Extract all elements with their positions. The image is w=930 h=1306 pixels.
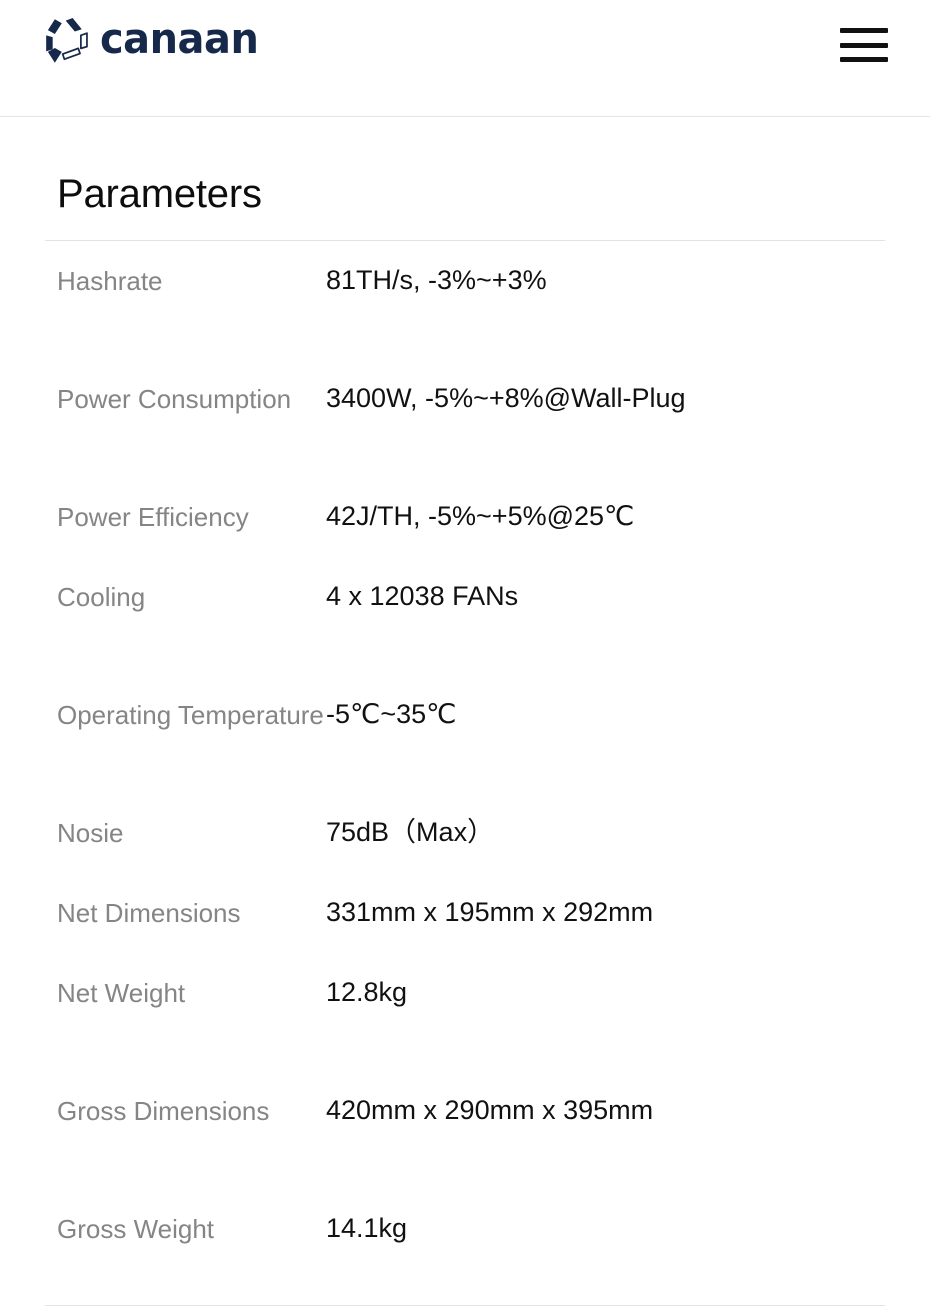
param-label: Hashrate — [57, 266, 163, 296]
table-row: Gross Dimensions 420mm x 290mm x 395mm — [45, 1033, 885, 1189]
table-row: Hashrate 81TH/s, -3%~+3% — [45, 241, 885, 321]
table-row: Net Dimensions 331mm x 195mm x 292mm — [45, 873, 885, 953]
menu-bar-2 — [840, 42, 888, 48]
param-label: Net Weight — [57, 978, 186, 1008]
table-row: Operating Temperature -5℃~35℃ — [45, 637, 885, 793]
param-value: 81TH/s, -3%~+3% — [326, 265, 547, 296]
menu-bar-1 — [840, 28, 888, 33]
table-row: Power Consumption 3400W, -5%~+8%@Wall-Pl… — [45, 321, 885, 477]
parameters-table: Hashrate 81TH/s, -3%~+3% Power Consumpti… — [45, 241, 885, 1269]
param-value: 42J/TH, -5%~+5%@25℃ — [326, 501, 635, 532]
page-title: Parameters — [57, 172, 262, 216]
main-content: Parameters Hashrate 81TH/s, -3%~+3% Powe… — [0, 117, 930, 1306]
param-value: -5℃~35℃ — [326, 699, 457, 730]
canaan-hexagon-logo-icon — [45, 18, 89, 64]
table-row: Power Efficiency 42J/TH, -5%~+5%@25℃ — [45, 477, 885, 557]
param-label: Power Consumption — [57, 384, 292, 414]
table-row: Nosie 75dB（Max） — [45, 793, 885, 873]
param-value: 75dB（Max） — [326, 817, 495, 848]
brand-wordmark: canaan — [100, 14, 259, 63]
param-value: 14.1kg — [326, 1213, 408, 1244]
param-label: Gross Dimensions — [57, 1096, 270, 1126]
param-label: Nosie — [57, 818, 124, 848]
param-label: Power Efficiency — [57, 502, 249, 532]
param-value: 420mm x 290mm x 395mm — [326, 1095, 654, 1126]
param-label: Cooling — [57, 582, 146, 612]
site-header: canaan — [0, 0, 930, 117]
table-row: Gross Weight 14.1kg — [45, 1189, 885, 1269]
param-label: Operating Temperature — [57, 700, 324, 730]
parameters-table-body: Hashrate 81TH/s, -3%~+3% Power Consumpti… — [45, 241, 885, 1269]
param-label: Net Dimensions — [57, 898, 241, 928]
param-value: 331mm x 195mm x 292mm — [326, 897, 654, 928]
param-value: 3400W, -5%~+8%@Wall-Plug — [326, 383, 686, 414]
table-row: Cooling 4 x 12038 FANs — [45, 557, 885, 637]
menu-bar-3 — [840, 57, 888, 62]
table-row: Net Weight 12.8kg — [45, 953, 885, 1033]
param-label: Gross Weight — [57, 1214, 215, 1244]
brand-home-link[interactable]: canaan — [45, 18, 267, 64]
param-value: 4 x 12038 FANs — [326, 581, 519, 612]
param-value: 12.8kg — [326, 977, 408, 1008]
hamburger-menu-icon[interactable] — [840, 24, 888, 66]
